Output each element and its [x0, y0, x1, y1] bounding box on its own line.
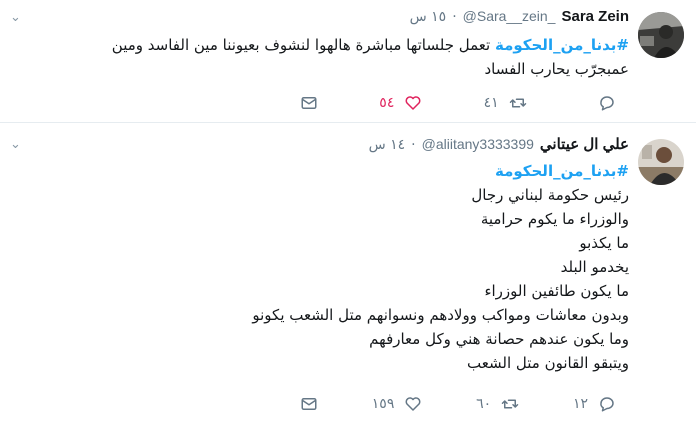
tweet-1[interactable]: ⌄ Sara Zein @Sara__zein_ · ١٥ س #بدنا_من… — [0, 0, 696, 123]
retweet-count: ٦٠ — [476, 396, 492, 412]
like-button[interactable]: ٥٤ — [379, 94, 422, 112]
retweet-icon — [501, 399, 519, 409]
fullname[interactable]: علي ال عيتاني — [540, 135, 629, 153]
tweet-text-line: ما يكذبو — [579, 234, 629, 252]
timestamp[interactable]: ١٥ س — [410, 9, 447, 25]
separator-dot: · — [452, 9, 457, 25]
fullname[interactable]: Sara Zein — [561, 8, 629, 25]
tweet-text-line: يخدمو البلد — [560, 258, 629, 276]
separator-dot: · — [411, 137, 416, 153]
reply-count: ١٢ — [572, 396, 588, 412]
tweet-text-line: ويتبقو القانون متل الشعب — [467, 354, 629, 372]
direct-message-button[interactable] — [300, 395, 318, 413]
tweet-text-line: وبدون معاشات ومواكب وولادهم ونسوانهم متل… — [252, 306, 629, 324]
tweet-text-line: ما يكون طائفين الوزراء — [484, 282, 629, 300]
tweet-text-line: وما يكون عندهم حصانة هني وكل معارفهم — [369, 330, 629, 348]
reply-button[interactable] — [588, 94, 616, 112]
tweet-text-line: تعمل جلساتها مباشرة هالهوا لنشوف بعيوننا… — [111, 36, 495, 54]
retweet-count: ٤١ — [483, 95, 499, 111]
handle[interactable]: @aliitany3333399 — [422, 136, 534, 152]
tweet-2[interactable]: ⌄ علي ال عيتاني @aliitany3333399 · ١٤ س … — [0, 123, 696, 426]
hashtag-link[interactable]: #بدنا_من_الحكومة — [495, 162, 629, 180]
tweet-text-line: والوزراء ما يكوم حرامية — [480, 210, 629, 228]
heart-icon — [405, 96, 421, 110]
envelope-icon — [301, 398, 317, 410]
retweet-icon — [509, 98, 526, 108]
timestamp[interactable]: ١٤ س — [369, 137, 406, 153]
envelope-icon — [301, 97, 317, 109]
reply-icon — [600, 96, 614, 111]
like-button[interactable]: ١٥٩ — [372, 395, 423, 413]
retweet-button[interactable]: ٤١ — [484, 94, 527, 112]
hashtag-link[interactable]: #بدنا_من_الحكومة — [495, 36, 629, 54]
tweet-header: Sara Zein @Sara__zein_ · ١٥ س — [410, 8, 629, 25]
tweet-text-line: رئيس حكومة لبناني رجال — [471, 186, 629, 204]
chevron-down-icon[interactable]: ⌄ — [10, 137, 21, 152]
tweet-text: #بدنا_من_الحكومة رئيس حكومة لبناني رجال … — [29, 159, 629, 375]
tweet-actions: ٤١ ٥٤ — [300, 93, 616, 113]
tweet-text: #بدنا_من_الحكومة تعمل جلساتها مباشرة هال… — [29, 33, 629, 81]
reply-icon — [600, 397, 614, 412]
retweet-button[interactable]: ٦٠ — [476, 395, 519, 413]
avatar[interactable] — [638, 139, 684, 185]
heart-icon — [405, 397, 421, 411]
reply-button[interactable]: ١٢ — [573, 395, 616, 413]
direct-message-button[interactable] — [300, 94, 318, 112]
tweet-header: علي ال عيتاني @aliitany3333399 · ١٤ س — [369, 135, 629, 153]
like-count: ١٥٩ — [371, 396, 395, 412]
chevron-down-icon[interactable]: ⌄ — [10, 10, 21, 25]
handle[interactable]: @Sara__zein_ — [463, 8, 556, 24]
like-count: ٥٤ — [379, 95, 395, 111]
tweet-text-line: عمبجرّب يحارب الفساد — [484, 60, 629, 78]
tweet-actions: ١٢ ٦٠ ١٥٩ — [300, 394, 616, 414]
avatar[interactable] — [638, 12, 684, 58]
